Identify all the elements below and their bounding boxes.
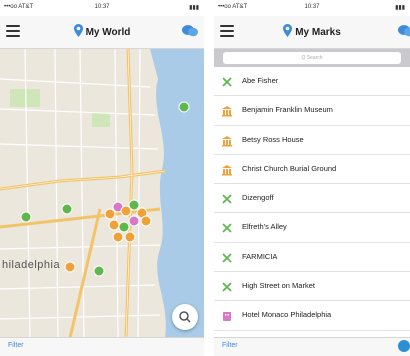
list-item-label: Abe Fisher	[242, 76, 279, 85]
bottom-toolbar: Filter	[214, 337, 410, 356]
info-badge-icon[interactable]	[398, 340, 410, 352]
utensils-icon	[221, 251, 233, 263]
marks-list: Abe Fisher Benjamin Franklin Museum Betsy …	[214, 67, 410, 331]
map-view[interactable]: hiladelphia	[0, 49, 204, 338]
list-item-label: Elfreth's Alley	[242, 222, 287, 232]
battery-icon: ▮▮▮	[395, 5, 405, 11]
clock-text: 10:37	[94, 4, 110, 10]
list-item-label: Dizengoff	[242, 193, 274, 203]
list-item-label: Betsy Ross House	[242, 134, 304, 144]
list-item[interactable]: Abe Fisher	[214, 67, 410, 97]
search-input[interactable]: Q Search	[223, 52, 401, 64]
utensils-icon	[221, 221, 233, 234]
list-item[interactable]: Christ Church Burial Ground	[214, 155, 410, 185]
museum-icon	[221, 104, 233, 117]
page-title: My World	[0, 24, 204, 38]
hotel-icon	[221, 309, 233, 322]
battery-icon: ▮▮▮	[189, 5, 199, 11]
clock-text: 10:37	[304, 4, 320, 10]
chat-bubbles-icon[interactable]	[398, 24, 410, 38]
museum-icon	[221, 134, 233, 147]
list-item[interactable]: Betsy Ross House	[214, 126, 410, 155]
utensils-icon	[221, 192, 233, 204]
utensils-icon	[221, 280, 233, 292]
list-item[interactable]: FARMICIA	[214, 243, 410, 273]
list-item-label: Benjamin Franklin Museum	[242, 105, 333, 115]
title-text: My World	[85, 27, 131, 38]
list-item-label: Christ Church Burial Ground	[242, 163, 337, 173]
list-item[interactable]: Elfreth's Alley	[214, 213, 410, 243]
museum-icon	[221, 163, 233, 176]
list-item[interactable]: Benjamin Franklin Museum	[214, 96, 410, 126]
list-item[interactable]: Dizengoff	[214, 184, 410, 214]
search-bar: Q Search	[214, 49, 410, 67]
navigation-bar: My Marks	[214, 16, 410, 49]
filter-button[interactable]: Filter	[8, 342, 24, 349]
my-world-screen: •••oo AT&T 10:37 ▮▮▮ My World hiladelphi…	[0, 0, 204, 356]
navigation-bar: My World	[0, 16, 204, 49]
my-marks-screen: •••oo AT&T 10:37 ▮▮▮ My Marks Q Search A…	[214, 0, 410, 356]
list-item-label: High Street on Market	[242, 281, 315, 291]
list-item[interactable]: High Street on Market	[214, 272, 410, 302]
chat-bubbles-icon[interactable]	[182, 24, 198, 38]
map-pin-icon	[283, 24, 293, 37]
status-bar: •••oo AT&T 10:37 ▮▮▮	[214, 0, 410, 16]
search-icon	[179, 311, 191, 323]
title-text: My Marks	[295, 27, 341, 38]
list-item[interactable]: Hotel Monaco Philadelphia	[214, 301, 410, 331]
list-item-label: Hotel Monaco Philadelphia	[242, 310, 332, 320]
filter-button[interactable]: Filter	[222, 342, 238, 349]
page-title: My Marks	[214, 24, 410, 38]
map-pin-icon	[73, 24, 83, 37]
map-search-button[interactable]	[172, 304, 198, 330]
utensils-icon	[221, 75, 233, 87]
city-label: hiladelphia	[2, 259, 61, 271]
list-item-label: FARMICIA	[242, 251, 278, 261]
status-bar: •••oo AT&T 10:37 ▮▮▮	[0, 0, 204, 16]
bottom-toolbar: Filter	[0, 337, 204, 356]
